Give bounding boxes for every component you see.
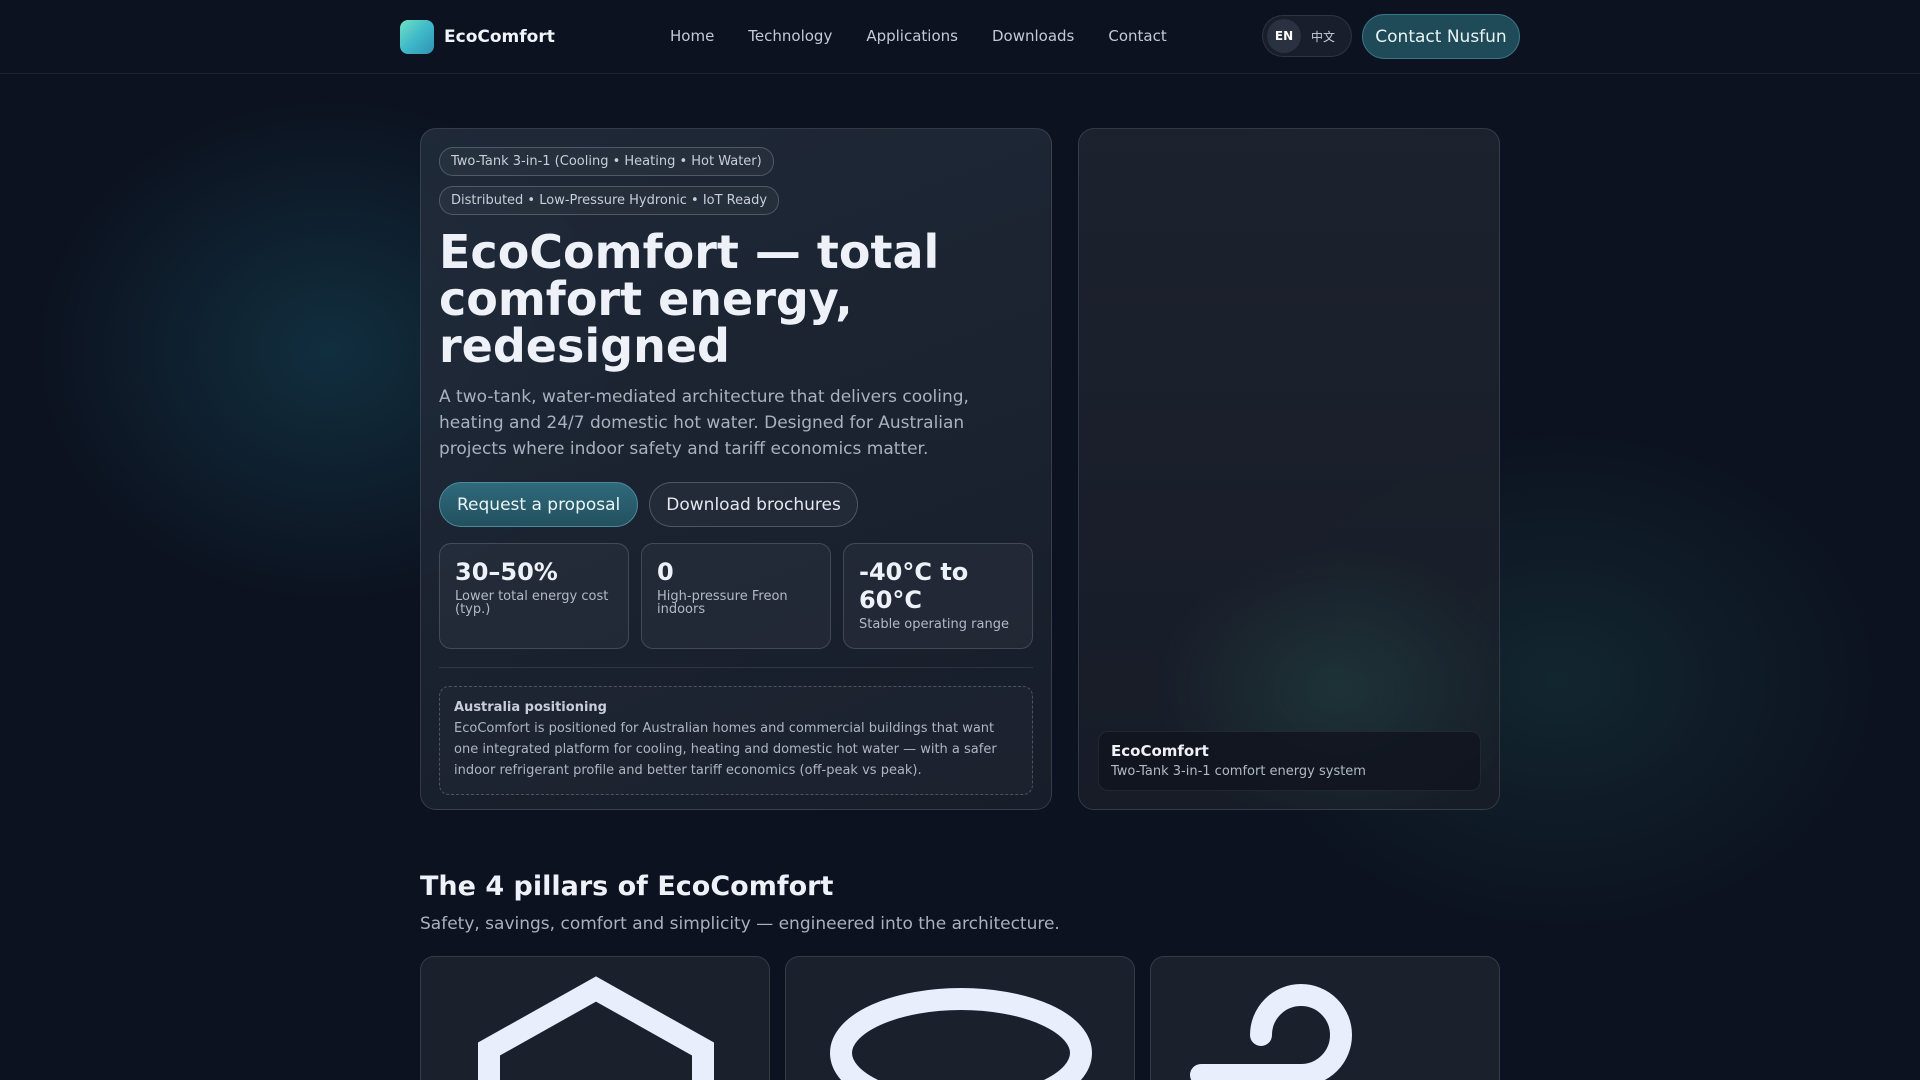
hero-tags: Two-Tank 3-in-1 (Cooling • Heating • Hot… (439, 147, 1033, 225)
nav-technology[interactable]: Technology (748, 27, 832, 45)
media-caption-subtitle: Two-Tank 3-in-1 comfort energy system (1111, 764, 1366, 779)
brand[interactable]: EcoComfort (400, 20, 555, 54)
hero-subtitle: A two-tank, water-mediated architecture … (439, 387, 969, 459)
stat-label: Stable operating range (859, 617, 1009, 632)
nav-contact[interactable]: Contact (1108, 27, 1166, 45)
pillar-card-safety[interactable] (420, 956, 770, 1080)
hero-card: Two-Tank 3-in-1 (Cooling • Heating • Hot… (420, 128, 1052, 810)
nav-applications[interactable]: Applications (866, 27, 958, 45)
product-media-card: EcoComfort Two-Tank 3-in-1 comfort energ… (1078, 128, 1500, 810)
nav-downloads[interactable]: Downloads (992, 27, 1074, 45)
media-caption-title: EcoComfort (1111, 742, 1209, 760)
hero-stats: 30–50% Lower total energy cost (typ.) 0 … (439, 543, 1033, 649)
coin-icon (830, 988, 1092, 1080)
shield-icon (478, 976, 714, 1080)
pillar-card-comfort[interactable] (1150, 956, 1500, 1080)
top-navbar: EcoComfort Home Technology Applications … (0, 0, 1920, 74)
stat-card: -40°C to 60°C Stable operating range (843, 543, 1033, 649)
stat-label: High-pressure Freon indoors (657, 589, 788, 617)
divider (439, 667, 1033, 668)
download-brochures-button[interactable]: Download brochures (649, 482, 858, 527)
pillar-card-savings[interactable] (785, 956, 1135, 1080)
hero-actions: Request a proposal Download brochures (439, 482, 1033, 527)
tag-two-tank: Two-Tank 3-in-1 (Cooling • Heating • Hot… (439, 147, 774, 176)
note-title: Australia positioning (454, 700, 607, 715)
brand-name: EcoComfort (444, 27, 555, 47)
stat-value: 0 (657, 558, 674, 586)
australia-positioning-note: Australia positioning EcoComfort is posi… (439, 686, 1033, 795)
wind-icon (1190, 984, 1352, 1080)
stat-value: 30–50% (455, 558, 558, 586)
main-nav: Home Technology Applications Downloads C… (670, 27, 1201, 45)
stat-card: 0 High-pressure Freon indoors (641, 543, 831, 649)
request-proposal-button[interactable]: Request a proposal (439, 482, 639, 527)
hero-title: EcoComfort — total comfort energy, redes… (439, 225, 940, 373)
lang-zh-button[interactable]: 中文 (1311, 28, 1335, 45)
language-switcher: EN 中文 (1262, 15, 1352, 57)
pillars-subtitle: Safety, savings, comfort and simplicity … (420, 914, 1060, 934)
stat-card: 30–50% Lower total energy cost (typ.) (439, 543, 629, 649)
nav-home[interactable]: Home (670, 27, 714, 45)
stat-value: -40°C to 60°C (859, 558, 969, 614)
media-caption: EcoComfort Two-Tank 3-in-1 comfort energ… (1098, 731, 1481, 791)
stat-label: Lower total energy cost (typ.) (455, 589, 609, 617)
note-body: EcoComfort is positioned for Australian … (454, 721, 997, 778)
tag-distributed: Distributed • Low-Pressure Hydronic • Io… (439, 186, 780, 215)
brand-logo-icon (400, 20, 434, 54)
pillars-title: The 4 pillars of EcoComfort (420, 871, 834, 902)
contact-nusfun-button[interactable]: Contact Nusfun (1362, 14, 1520, 59)
lang-en-button[interactable]: EN (1267, 19, 1301, 53)
